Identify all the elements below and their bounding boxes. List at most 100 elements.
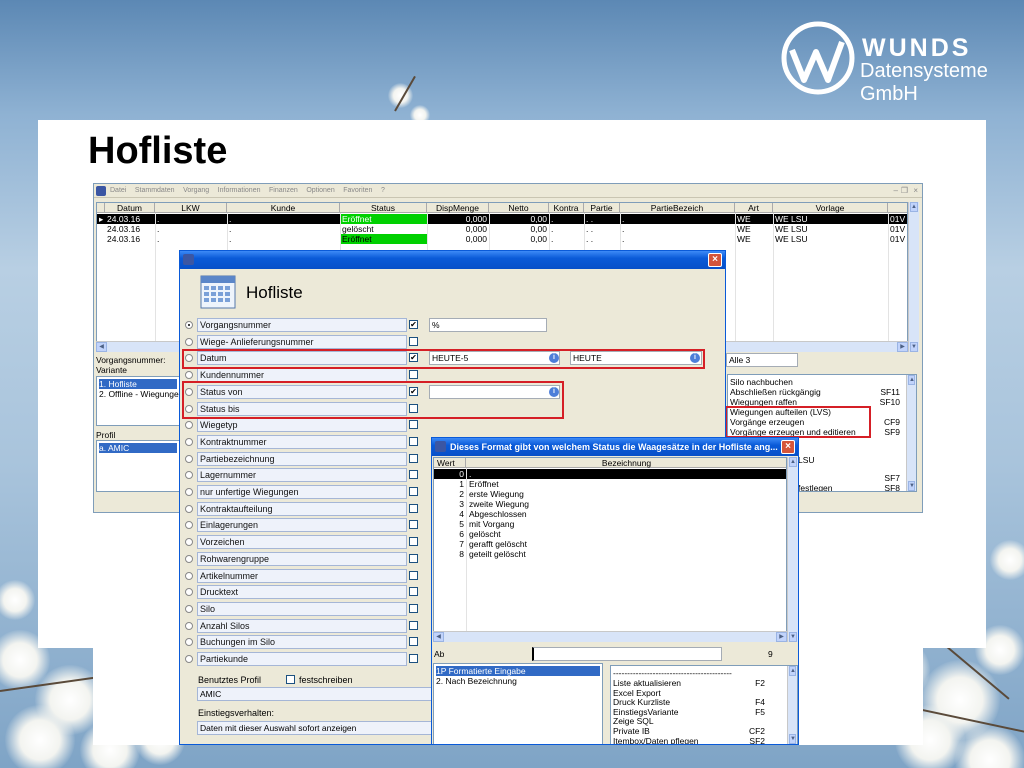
table-row[interactable]: 6 gelöscht (434, 529, 786, 539)
status-function-vscroll[interactable]: ▲ ▼ (787, 666, 797, 744)
scroll-up-icon[interactable]: ▲ (910, 202, 918, 212)
col-lkw[interactable]: LKW (155, 203, 227, 213)
status-grid-hscroll[interactable]: ◀ ▶ (433, 631, 787, 642)
function-list-vscroll[interactable]: ▲ ▼ (906, 375, 916, 491)
table-row[interactable]: 5 mit Vorgang (434, 519, 786, 529)
table-row[interactable]: 1 Eröffnet (434, 479, 786, 489)
filter-checkbox[interactable] (409, 503, 418, 513)
sort-radio[interactable] (185, 471, 193, 480)
function-item[interactable]: festlegen SF8 (798, 483, 902, 491)
scroll-down-icon[interactable]: ▼ (789, 734, 796, 744)
sort-radio[interactable] (185, 638, 193, 647)
function-item[interactable]: Excel Export (613, 688, 783, 698)
sort-radio[interactable] (185, 571, 193, 580)
filter-checkbox[interactable] (409, 520, 418, 530)
sort-radio[interactable] (185, 321, 193, 329)
table-row[interactable]: 24.03.16.. gelöscht 0,000 0,00. . .. WE WE LSU… (97, 224, 907, 234)
col-status[interactable]: Status (340, 203, 427, 213)
col-kontra[interactable]: Kontra (549, 203, 584, 213)
col-kunde[interactable]: Kunde (227, 203, 340, 213)
scroll-left-icon[interactable]: ◀ (96, 342, 107, 352)
function-item[interactable]: EinstiegsVariante F5 (613, 707, 783, 717)
filter-checkbox[interactable] (409, 587, 418, 597)
sort-radio[interactable] (185, 488, 193, 496)
scroll-up-icon[interactable]: ▲ (789, 666, 796, 676)
filter-checkbox[interactable] (409, 453, 418, 463)
scroll-down-icon[interactable]: ▼ (789, 632, 797, 642)
filter-value-from[interactable]: % (429, 318, 547, 332)
profil-item-1[interactable]: a. AMIC (99, 443, 177, 453)
col-netto[interactable]: Netto (489, 203, 549, 213)
filter-checkbox[interactable] (409, 420, 418, 430)
filter-checkbox[interactable] (409, 637, 418, 647)
scroll-up-icon[interactable]: ▲ (908, 375, 915, 385)
sort-radio[interactable] (185, 588, 193, 597)
menu-vorgang[interactable]: Vorgang (183, 184, 209, 198)
scroll-down-icon[interactable]: ▼ (908, 481, 915, 491)
close-icon[interactable]: × (781, 440, 795, 454)
restore-icon[interactable]: ❐ (901, 186, 908, 195)
menu-datei[interactable]: Datei (110, 184, 126, 198)
table-row[interactable]: 0. (434, 469, 786, 479)
col-art[interactable]: Art (735, 203, 773, 213)
table-row[interactable]: ▸ 24.03.16.. Eröffnet 0,000 0,00. . .. WE WE LS… (97, 214, 907, 224)
status-grid-vscroll[interactable]: ▲ ▼ (787, 457, 798, 642)
col-partie[interactable]: Partie (584, 203, 620, 213)
scroll-down-icon[interactable]: ▼ (910, 342, 918, 352)
function-item[interactable]: Itembox/Daten pflegen SF2 (613, 736, 783, 744)
menu-help[interactable]: ? (381, 184, 385, 198)
sort-radio[interactable] (185, 371, 193, 380)
menu-favoriten[interactable]: Favoriten (343, 184, 372, 198)
minimize-icon[interactable]: – (894, 186, 898, 195)
filter-checkbox[interactable] (409, 553, 418, 563)
scroll-right-icon[interactable]: ▶ (776, 632, 787, 642)
col-bezeichnung[interactable]: Bezeichnung (466, 458, 786, 468)
sort-radio[interactable] (185, 421, 193, 430)
filter-checkbox[interactable] (409, 570, 418, 580)
filter-checkbox[interactable] (409, 620, 418, 630)
close-icon[interactable]: × (913, 186, 918, 195)
col-wert[interactable]: Wert (434, 458, 466, 468)
function-item[interactable]: Zeige SQL (613, 716, 783, 726)
sort-radio[interactable] (185, 337, 193, 346)
function-item[interactable]: SF7 (798, 473, 902, 483)
scroll-left-icon[interactable]: ◀ (433, 632, 444, 642)
festschreiben-checkbox[interactable] (286, 675, 295, 684)
col-dispmenge[interactable]: DispMenge (427, 203, 489, 213)
function-item[interactable]: Abschließen rückgängig SF11 (730, 387, 902, 397)
table-row[interactable]: 8 geteilt gelöscht (434, 549, 786, 559)
sort-radio[interactable] (185, 655, 193, 663)
filter-checkbox[interactable] (409, 487, 418, 496)
function-item[interactable]: Private IB CF2 (613, 726, 783, 736)
ab-input[interactable] (532, 647, 722, 661)
filter-checkbox[interactable] (409, 470, 418, 480)
sort-radio[interactable] (185, 538, 193, 547)
sort-radio[interactable] (185, 504, 193, 513)
mode-item-1[interactable]: 1P Formatierte Eingabe (436, 666, 600, 676)
function-item[interactable]: Silo nachbuchen (730, 377, 902, 387)
scroll-up-icon[interactable]: ▲ (789, 457, 797, 467)
col-datum[interactable]: Datum (105, 203, 155, 213)
sort-radio[interactable] (185, 604, 193, 613)
sort-radio[interactable] (185, 554, 193, 563)
variante-item-2[interactable]: 2. Offline - Wiegungen (99, 389, 179, 399)
filter-checkbox[interactable] (409, 370, 418, 380)
filter-checkbox[interactable] (409, 436, 418, 446)
sort-radio[interactable] (185, 437, 193, 446)
function-item[interactable]: LSU (798, 455, 902, 465)
menu-optionen[interactable]: Optionen (306, 184, 334, 198)
menu-informationen[interactable]: Informationen (218, 184, 261, 198)
filter-checkbox[interactable] (409, 654, 418, 663)
main-grid-vscroll[interactable]: ▲ ▼ (908, 202, 919, 352)
table-row[interactable]: 3 zweite Wiegung (434, 499, 786, 509)
col-vorlage[interactable]: Vorlage (773, 203, 888, 213)
menu-stammdaten[interactable]: Stammdaten (135, 184, 175, 198)
variante-item-1[interactable]: 1. Hofliste (99, 379, 177, 389)
scroll-right-icon[interactable]: ▶ (897, 342, 908, 352)
menu-finanzen[interactable]: Finanzen (269, 184, 298, 198)
filter-checkbox[interactable]: ✔ (409, 320, 418, 329)
sort-radio[interactable] (185, 621, 193, 630)
filter-checkbox[interactable] (409, 603, 418, 613)
col-partiebezeich[interactable]: PartieBezeich (620, 203, 735, 213)
filter-checkbox[interactable] (409, 537, 418, 547)
